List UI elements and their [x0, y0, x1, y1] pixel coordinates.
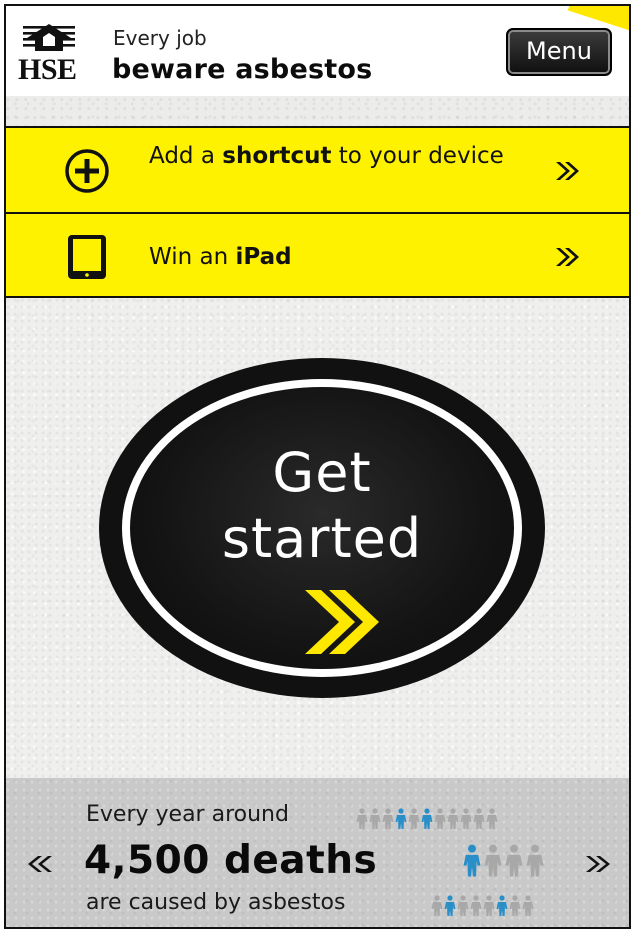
person-icon [526, 844, 544, 877]
stats-carousel: Every year around 4,500 deaths are cause… [6, 778, 629, 927]
person-icon [457, 895, 469, 916]
tagline-small: Every job [113, 26, 207, 50]
person-icon [395, 808, 407, 829]
person-icon [444, 895, 456, 916]
person-icon [470, 895, 482, 916]
plus-circle-icon [65, 149, 109, 193]
stat-caption: are caused by asbestos [86, 890, 346, 915]
add-shortcut-banner[interactable]: Add a shortcut to your device [6, 126, 629, 212]
hse-logo-text: HSE [18, 53, 77, 86]
get-started-label-line2: started [221, 507, 423, 570]
tablet-icon [68, 235, 106, 279]
stat-intro-text: Every year around [86, 802, 289, 827]
hse-logo-mark [23, 24, 75, 51]
person-icon [463, 844, 481, 877]
win-ipad-banner[interactable]: Win an iPad [6, 212, 629, 298]
person-icon [369, 808, 381, 829]
person-icon [460, 808, 472, 829]
win-ipad-text-pre: Win an [149, 244, 236, 270]
double-chevron-right-icon [556, 162, 579, 180]
tagline-title: beware asbestos [112, 54, 373, 85]
person-icon [431, 895, 443, 916]
people-row-icon [462, 844, 545, 878]
double-chevron-right-icon [556, 248, 579, 266]
person-icon [356, 808, 368, 829]
add-shortcut-text-pre: Add a [149, 143, 223, 169]
person-icon [382, 808, 394, 829]
person-icon [434, 808, 446, 829]
people-row-icon [431, 895, 534, 917]
win-ipad-text-bold: iPad [235, 244, 292, 270]
hse-logo[interactable]: HSE [18, 24, 108, 86]
win-ipad-text: Win an iPad [149, 243, 292, 271]
person-icon [421, 808, 433, 829]
person-icon [522, 895, 534, 916]
site-header: HSE Every job beware asbestos Menu [6, 6, 629, 96]
add-shortcut-text: Add a shortcut to your device [149, 142, 519, 170]
carousel-next-icon[interactable] [584, 854, 612, 874]
carousel-prev-icon[interactable] [26, 854, 54, 874]
texture-band [6, 96, 629, 126]
person-icon [486, 808, 498, 829]
double-chevron-right-icon [305, 590, 379, 654]
person-icon [447, 808, 459, 829]
get-started-label-line1: Get [272, 441, 372, 504]
add-shortcut-text-bold: shortcut [222, 143, 332, 169]
person-icon [483, 895, 495, 916]
get-started-button[interactable]: Get started [99, 358, 545, 698]
app-frame: HSE Every job beware asbestos Menu Add a… [4, 4, 631, 929]
people-row-icon [356, 808, 498, 830]
person-icon [496, 895, 508, 916]
person-icon [484, 844, 502, 877]
stat-headline: 4,500 deaths [84, 838, 378, 883]
add-shortcut-text-post: to your device [331, 143, 504, 169]
get-started-ring: Get started [122, 379, 522, 677]
main-area: Get started [6, 298, 629, 778]
person-icon [509, 895, 521, 916]
person-icon [473, 808, 485, 829]
menu-button[interactable]: Menu [506, 28, 612, 76]
person-icon [505, 844, 523, 877]
person-icon [408, 808, 420, 829]
